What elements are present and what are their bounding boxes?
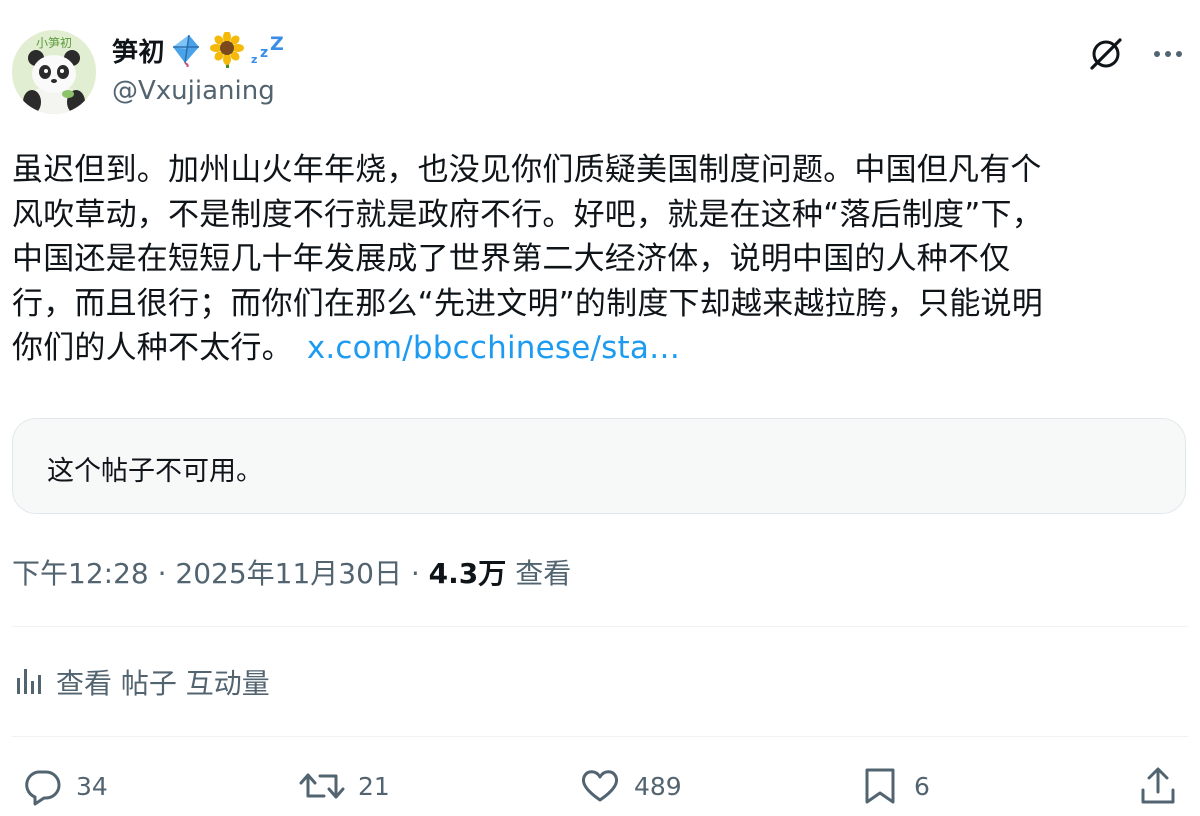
tweet-link[interactable]: x.com/bbcchinese/sta…: [307, 330, 680, 366]
repost-count: 21: [358, 771, 390, 801]
tweet-time[interactable]: 下午12:28: [12, 557, 149, 590]
tweet-text-line: 行，而且很行；而你们在那么“先进文明”的制度下却越来越拉胯，只能说明: [12, 285, 1043, 322]
like-count: 489: [634, 771, 682, 801]
panda-avatar-image: 小笋初: [12, 30, 96, 114]
sunflower-icon: [209, 32, 245, 68]
tweet-text-line: 中国还是在短短几十年发展成了世界第二大经济体，说明中国的人种不仅: [12, 241, 1011, 277]
analytics-icon: [17, 669, 41, 694]
quoted-post-unavailable[interactable]: 这个帖子不可用。: [12, 418, 1186, 514]
tweet-text: 虽迟但到。加州山火年年烧，也没见你们质疑美国制度问题。中国但凡有个 风吹草动，不…: [12, 148, 1188, 371]
share-button[interactable]: [1136, 760, 1180, 812]
unavailable-text: 这个帖子不可用。: [47, 456, 263, 487]
like-icon: [581, 770, 619, 802]
tweet-header: 小笋初 笋初 z z Z @Vxujianing: [12, 28, 1188, 118]
bookmark-count: 6: [914, 771, 930, 801]
meta-separator: ·: [157, 557, 167, 590]
tweet-text-line: 虽迟但到。加州山火年年烧，也没见你们质疑美国制度问题。中国但凡有个: [12, 152, 1042, 188]
zzz-icon: z z Z: [249, 33, 289, 67]
views-label: 查看: [515, 557, 572, 590]
action-bar: 34 21 489 6: [0, 760, 1200, 812]
name-row: 笋初 z z Z: [112, 30, 289, 70]
repost-icon: [299, 773, 345, 799]
more-icon: [1154, 51, 1182, 57]
avatar[interactable]: 小笋初: [12, 30, 96, 114]
grok-button[interactable]: [1086, 34, 1126, 74]
bookmark-button[interactable]: 6: [858, 760, 930, 812]
bookmark-icon: [865, 768, 895, 804]
like-button[interactable]: 489: [578, 760, 682, 812]
view-engagements-link[interactable]: 查看 帖子 互动量: [12, 660, 270, 704]
display-name[interactable]: 笋初: [112, 32, 165, 69]
user-handle[interactable]: @Vxujianing: [112, 76, 275, 106]
kite-icon: [169, 33, 205, 67]
tweet-text-tail: 你们的人种不太行。: [12, 330, 293, 366]
svg-text:z: z: [260, 45, 268, 61]
meta-separator: ·: [410, 557, 420, 590]
divider: [12, 736, 1188, 737]
engagements-label: 查看 帖子 互动量: [56, 667, 270, 700]
reply-icon: [25, 770, 61, 806]
tweet-text-line-last: 你们的人种不太行。 x.com/bbcchinese/sta…: [12, 326, 1188, 371]
grok-icon: [1090, 38, 1122, 70]
reply-count: 34: [76, 771, 108, 801]
views-count: 4.3万: [428, 557, 507, 590]
tweet-text-line: 风吹草动，不是制度不行就是政府不行。好吧，就是在这种“落后制度”下，: [12, 196, 1043, 233]
share-icon: [1141, 767, 1175, 804]
repost-button[interactable]: 21: [298, 760, 390, 812]
tweet-meta: 下午12:28 · 2025年11月30日 · 4.3万 查看: [12, 552, 571, 592]
divider: [12, 626, 1188, 627]
more-options-button[interactable]: [1148, 34, 1188, 74]
tweet-date[interactable]: 2025年11月30日: [175, 557, 402, 590]
svg-text:z: z: [251, 53, 257, 66]
svg-text:Z: Z: [270, 33, 284, 55]
avatar-text: 小笋初: [36, 35, 72, 50]
reply-button[interactable]: 34: [20, 760, 108, 812]
